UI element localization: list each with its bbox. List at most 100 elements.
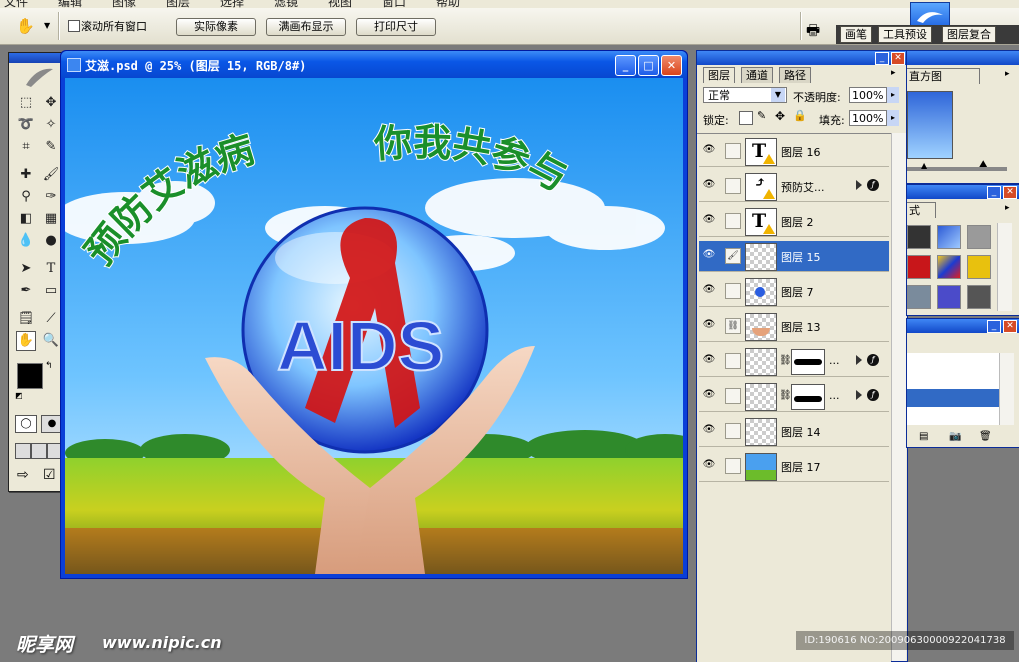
brush-tool-icon[interactable]: 🖌 bbox=[41, 165, 61, 185]
panel-menu-icon[interactable]: ▸ bbox=[1005, 203, 1010, 213]
layer-row[interactable]: 👁 T 图层 16 bbox=[699, 136, 889, 167]
trash-icon[interactable]: 🗑 bbox=[979, 431, 992, 442]
gradient-tool-icon[interactable]: ▦ bbox=[41, 209, 61, 229]
eyedropper-tool-icon[interactable]: ⟋ bbox=[41, 309, 61, 329]
menu-help[interactable]: 帮助 bbox=[436, 0, 460, 8]
lock-transparency-icon[interactable] bbox=[739, 111, 753, 125]
eye-icon[interactable]: 👁 bbox=[702, 424, 716, 436]
panel-minimize-button[interactable]: _ bbox=[987, 320, 1001, 333]
panel-close-button[interactable]: ✕ bbox=[891, 52, 905, 65]
eye-icon[interactable]: 👁 bbox=[702, 179, 716, 191]
mask-link-icon[interactable]: ⛓ bbox=[779, 390, 792, 401]
palette-well-tab-layer-comps[interactable]: 图层复合 bbox=[942, 26, 996, 43]
eye-icon[interactable]: 👁 bbox=[702, 354, 716, 366]
standard-mode-icon[interactable]: ◯ bbox=[15, 415, 37, 433]
tab-histogram[interactable]: 直方图 bbox=[907, 68, 980, 84]
layer-link-cell[interactable] bbox=[725, 143, 741, 159]
foreground-color-swatch[interactable] bbox=[17, 363, 43, 389]
hand-tool-icon[interactable]: ✋ bbox=[16, 17, 35, 35]
layer-row[interactable]: 👁 ⛓ ... ƒ bbox=[699, 346, 889, 377]
zoom-tool-icon[interactable]: 🔍 bbox=[41, 331, 61, 351]
menu-image[interactable]: 图像 bbox=[112, 0, 136, 8]
styles-scrollbar[interactable] bbox=[997, 223, 1012, 311]
printer-icon[interactable]: 🖶 bbox=[806, 20, 820, 45]
styles-panel-title-bar[interactable]: _ ✕ bbox=[907, 185, 1019, 199]
layer-link-cell[interactable] bbox=[725, 458, 741, 474]
layer-effects-icon[interactable]: ƒ bbox=[867, 179, 879, 191]
layer-list-scrollbar[interactable] bbox=[891, 133, 906, 661]
healing-brush-tool-icon[interactable]: ✚ bbox=[16, 165, 36, 185]
eye-icon[interactable]: 👁 bbox=[702, 389, 716, 401]
opacity-slider-icon[interactable]: ▸ bbox=[887, 87, 899, 103]
tab-layers[interactable]: 图层 bbox=[703, 67, 735, 83]
print-size-button[interactable]: 打印尺寸 bbox=[356, 18, 436, 36]
layer-link-cell[interactable] bbox=[725, 178, 741, 194]
panel-menu-icon[interactable]: ▸ bbox=[1005, 69, 1010, 79]
panel-minimize-button[interactable]: _ bbox=[875, 52, 889, 65]
document-title-bar[interactable]: 艾滋.psd @ 25% (图层 15, RGB/8#) _ □ ✕ bbox=[61, 51, 687, 78]
move-tool-icon[interactable]: ✥ bbox=[41, 93, 61, 113]
layer-link-cell[interactable] bbox=[725, 213, 741, 229]
panel-close-button[interactable]: ✕ bbox=[1003, 186, 1017, 199]
document-canvas[interactable]: AIDS 预防艾滋病 你我共参与 bbox=[55, 78, 705, 574]
jump-to-imageready-icon[interactable]: ⇨ bbox=[17, 467, 29, 483]
style-swatch[interactable] bbox=[967, 285, 991, 309]
menu-edit[interactable]: 编辑 bbox=[58, 0, 82, 8]
eye-icon[interactable]: 👁 bbox=[702, 249, 716, 261]
lock-image-icon[interactable]: ✎ bbox=[757, 109, 766, 122]
expand-effects-icon[interactable] bbox=[856, 355, 862, 365]
menu-file[interactable]: 文件 bbox=[4, 0, 28, 8]
layer-link-cell[interactable] bbox=[725, 353, 741, 369]
clone-stamp-tool-icon[interactable]: ⚲ bbox=[16, 187, 36, 207]
layer-link-cell[interactable] bbox=[725, 423, 741, 439]
eye-icon[interactable]: 👁 bbox=[702, 459, 716, 471]
tool-preset-dropdown-icon[interactable]: ▼ bbox=[44, 21, 50, 30]
eraser-tool-icon[interactable]: ◧ bbox=[16, 209, 36, 229]
close-button[interactable]: ✕ bbox=[661, 55, 682, 76]
pen-tool-icon[interactable]: ✒ bbox=[16, 281, 36, 301]
shape-tool-icon[interactable]: ▭ bbox=[41, 281, 61, 301]
slice-tool-icon[interactable]: ✎ bbox=[41, 137, 61, 157]
path-selection-tool-icon[interactable]: ➤ bbox=[16, 259, 36, 279]
layer-row-selected[interactable]: 👁 🖌 图层 15 bbox=[699, 241, 889, 272]
new-snapshot-icon[interactable]: ▤ bbox=[919, 431, 928, 442]
zoom-in-icon[interactable]: ⛰ bbox=[979, 159, 987, 170]
menu-filter[interactable]: 滤镜 bbox=[274, 0, 298, 8]
lock-all-icon[interactable]: 🔒 bbox=[793, 109, 807, 122]
history-panel-title-bar[interactable]: _ ✕ bbox=[907, 319, 1019, 333]
zoom-slider-thumb-icon[interactable]: ▲ bbox=[921, 161, 927, 170]
brush-active-icon[interactable]: 🖌 bbox=[725, 248, 741, 264]
menu-view[interactable]: 视图 bbox=[328, 0, 352, 8]
menu-window[interactable]: 窗口 bbox=[382, 0, 406, 8]
panel-menu-icon[interactable]: ▸ bbox=[891, 68, 896, 78]
layer-mask-thumbnail[interactable] bbox=[791, 384, 825, 410]
panel-minimize-button[interactable]: _ bbox=[987, 186, 1001, 199]
navigator-thumbnail[interactable] bbox=[907, 91, 953, 159]
type-tool-icon[interactable]: T bbox=[41, 259, 61, 279]
layer-row[interactable]: 👁 ⛓ 图层 13 bbox=[699, 311, 889, 342]
hand-tool-icon[interactable]: ✋ bbox=[16, 331, 36, 351]
marquee-tool-icon[interactable]: ⬚ bbox=[16, 93, 36, 113]
layer-link-cell[interactable] bbox=[725, 283, 741, 299]
layers-panel-title-bar[interactable]: _ ✕ bbox=[697, 51, 907, 65]
maximize-button[interactable]: □ bbox=[638, 55, 659, 76]
style-swatch[interactable] bbox=[937, 285, 961, 309]
fill-slider-icon[interactable]: ▸ bbox=[887, 110, 899, 126]
eye-icon[interactable]: 👁 bbox=[702, 319, 716, 331]
default-colors-icon[interactable]: ◩ bbox=[15, 391, 23, 400]
actual-pixels-button[interactable]: 实际像素 bbox=[176, 18, 256, 36]
eye-icon[interactable]: 👁 bbox=[702, 214, 716, 226]
tab-channels[interactable]: 通道 bbox=[741, 67, 773, 83]
histogram-panel-title-bar[interactable] bbox=[907, 51, 1019, 65]
screen-mode-full-menu-icon[interactable] bbox=[31, 443, 47, 459]
tab-paths[interactable]: 路径 bbox=[779, 67, 811, 83]
style-swatch[interactable] bbox=[967, 255, 991, 279]
layer-row[interactable]: 👁 图层 17 bbox=[699, 451, 889, 482]
eye-icon[interactable]: 👁 bbox=[702, 284, 716, 296]
layer-mask-thumbnail[interactable] bbox=[791, 349, 825, 375]
history-item-selected[interactable] bbox=[907, 389, 999, 407]
history-brush-tool-icon[interactable]: ✑ bbox=[41, 187, 61, 207]
fill-input[interactable]: 100% bbox=[849, 110, 887, 126]
scroll-all-windows-checkbox[interactable] bbox=[68, 20, 80, 32]
magic-wand-tool-icon[interactable]: ✧ bbox=[41, 115, 61, 135]
